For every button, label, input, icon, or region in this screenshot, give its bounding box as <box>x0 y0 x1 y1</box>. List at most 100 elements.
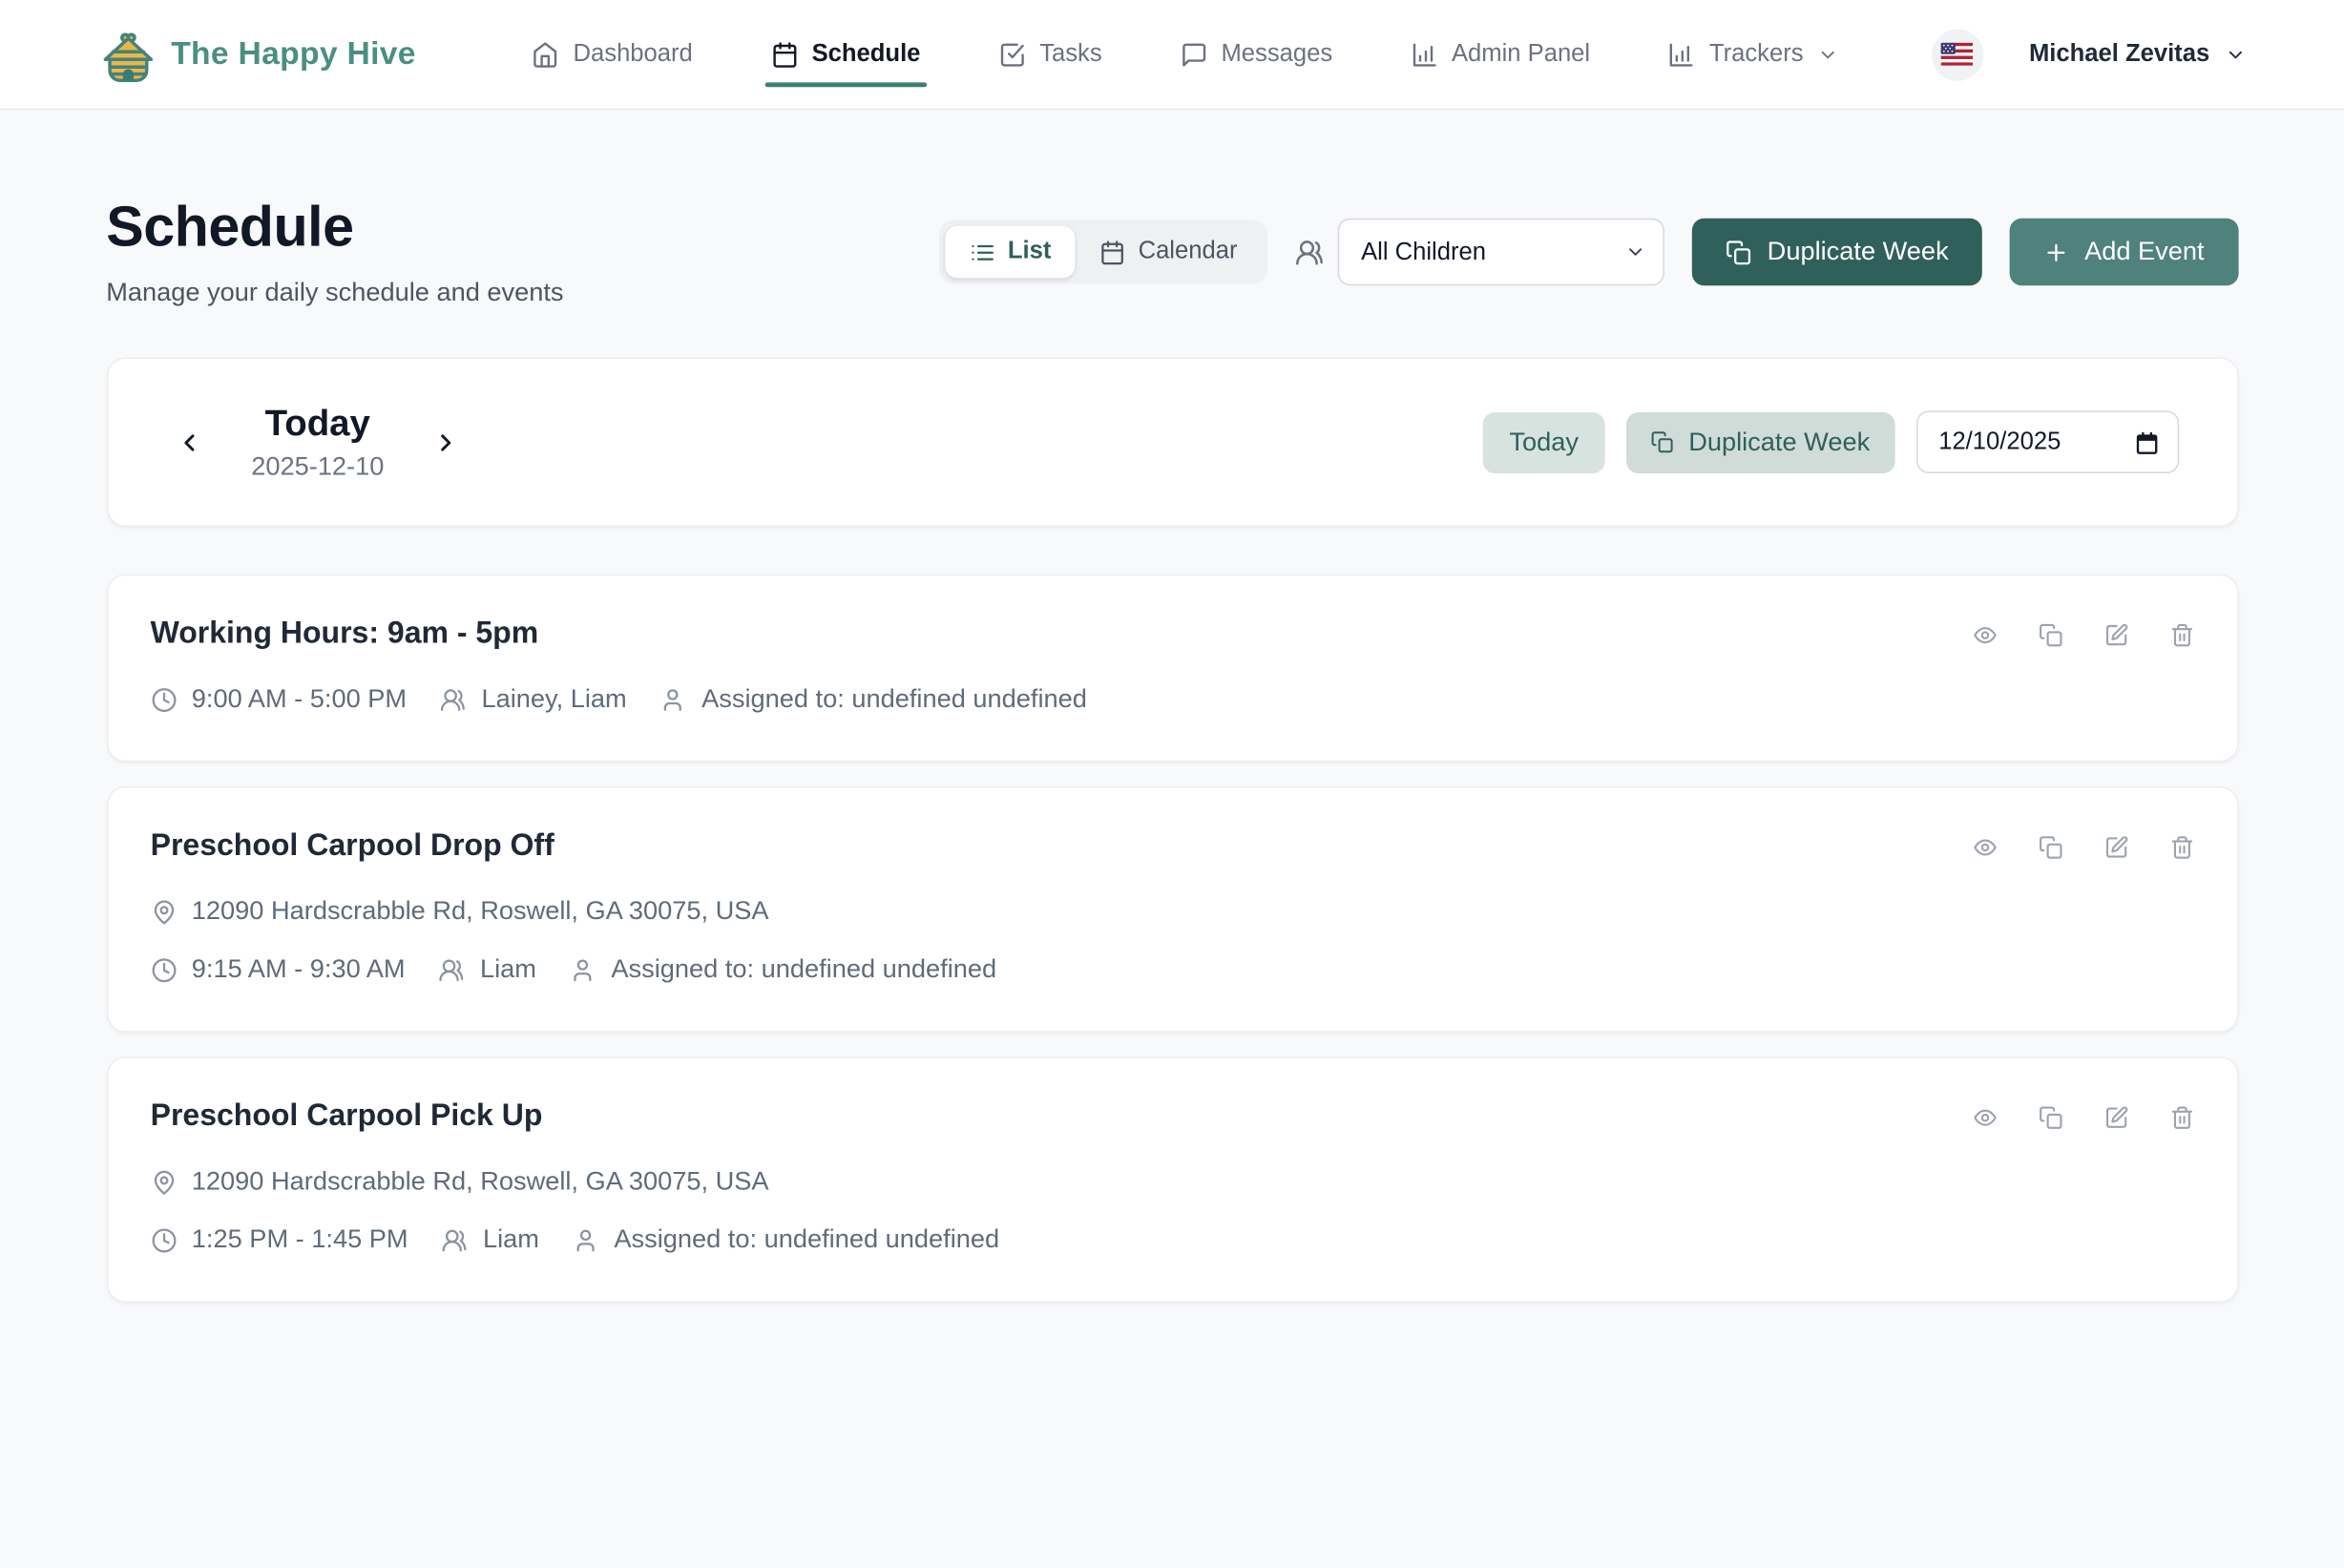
users-icon <box>439 956 465 982</box>
event-assigned: Assigned to: undefined undefined <box>573 1224 999 1255</box>
calendar-picker-icon[interactable] <box>2134 429 2159 454</box>
edit-event-button[interactable] <box>2103 622 2128 647</box>
current-date-block: Today 2025-12-10 <box>251 403 384 482</box>
nav-label: Dashboard <box>574 40 693 68</box>
user-icon <box>573 1227 598 1253</box>
duplicate-event-button[interactable] <box>2038 1105 2062 1130</box>
view-toggle: List Calendar <box>939 220 1268 283</box>
chevron-right-icon <box>433 429 461 456</box>
event-card: Preschool Carpool Drop Off 12090 Hardscr… <box>106 786 2238 1033</box>
view-event-button[interactable] <box>1972 1105 1997 1130</box>
nav-item-admin-panel[interactable]: Admin Panel <box>1408 31 1594 77</box>
delete-event-button[interactable] <box>2169 834 2194 859</box>
brand-name: The Happy Hive <box>171 36 416 73</box>
event-assigned: Assigned to: undefined undefined <box>570 954 996 985</box>
clock-icon <box>151 686 177 712</box>
event-title: Working Hours: 9am - 5pm <box>151 617 539 652</box>
header-right: Michael Zevitas <box>1932 29 2247 80</box>
date-navigation-card: Today 2025-12-10 Today Duplicate Week 12… <box>106 357 2238 527</box>
date-input[interactable]: 12/10/2025 <box>1915 410 2178 473</box>
child-filter-group: All Children <box>1295 219 1664 285</box>
users-icon <box>442 1227 468 1253</box>
delete-event-button[interactable] <box>2169 1105 2194 1130</box>
bar-chart-icon <box>1411 40 1438 68</box>
delete-event-button[interactable] <box>2169 622 2194 647</box>
nav-item-schedule[interactable]: Schedule <box>767 31 923 77</box>
copy-icon <box>2038 1105 2062 1130</box>
event-children-text: Liam <box>480 954 536 985</box>
calendar-view-button[interactable]: Calendar <box>1076 226 1262 278</box>
map-pin-icon <box>151 899 177 925</box>
nav-label: Admin Panel <box>1452 40 1590 68</box>
edit-event-button[interactable] <box>2103 834 2128 859</box>
chevron-left-icon <box>175 429 202 456</box>
page-title: Schedule <box>106 196 563 260</box>
calendar-icon <box>1100 239 1126 264</box>
copy-icon <box>1650 430 1673 453</box>
language-flag-button[interactable] <box>1932 29 1983 80</box>
event-time-text: 9:00 AM - 5:00 PM <box>192 684 407 715</box>
event-time: 9:00 AM - 5:00 PM <box>151 684 407 715</box>
child-filter-select-wrap: All Children <box>1338 219 1664 285</box>
event-children: Liam <box>439 954 536 985</box>
page-title-block: Schedule Manage your daily schedule and … <box>106 196 563 308</box>
event-details-row: 1:25 PM - 1:45 PM Liam Assigned to: unde… <box>151 1224 2194 1255</box>
nav-item-tasks[interactable]: Tasks <box>995 31 1105 77</box>
event-time: 1:25 PM - 1:45 PM <box>151 1224 408 1255</box>
event-time: 9:15 AM - 9:30 AM <box>151 954 406 985</box>
user-menu[interactable]: Michael Zevitas <box>2029 40 2247 68</box>
event-time-text: 1:25 PM - 1:45 PM <box>192 1224 408 1255</box>
event-location-row: 12090 Hardscrabble Rd, Roswell, GA 30075… <box>151 896 2194 927</box>
today-button[interactable]: Today <box>1483 411 1604 472</box>
beehive-icon <box>97 24 158 85</box>
nav-item-trackers[interactable]: Trackers <box>1665 31 1842 77</box>
copy-icon <box>2038 834 2062 859</box>
view-event-button[interactable] <box>1972 622 1997 647</box>
date-navigator: Today 2025-12-10 <box>166 403 470 482</box>
event-card: Preschool Carpool Pick Up 12090 Hardscra… <box>106 1056 2238 1303</box>
event-location: 12090 Hardscrabble Rd, Roswell, GA 30075… <box>151 896 769 927</box>
edit-icon <box>2103 834 2128 859</box>
brand-logo[interactable]: The Happy Hive <box>97 24 415 85</box>
duplicate-event-button[interactable] <box>2038 622 2062 647</box>
duplicate-week-button[interactable]: Duplicate Week <box>1692 219 1982 285</box>
date-actions: Today Duplicate Week 12/10/2025 <box>1483 410 2178 473</box>
list-view-label: List <box>1008 239 1052 266</box>
event-children: Liam <box>442 1224 539 1255</box>
page-subtitle: Manage your daily schedule and events <box>106 278 563 308</box>
trash-icon <box>2169 834 2194 859</box>
view-event-button[interactable] <box>1972 834 1997 859</box>
child-filter-select[interactable]: All Children <box>1338 219 1664 285</box>
home-icon <box>532 40 559 68</box>
next-day-button[interactable] <box>424 419 470 465</box>
nav-label: Messages <box>1221 40 1332 68</box>
nav-item-dashboard[interactable]: Dashboard <box>529 31 696 77</box>
copy-icon <box>2038 622 2062 647</box>
event-time-text: 9:15 AM - 9:30 AM <box>192 954 406 985</box>
schedule-controls: List Calendar All Children <box>939 219 2238 285</box>
duplicate-week-secondary-button[interactable]: Duplicate Week <box>1626 411 1894 472</box>
user-icon <box>570 956 596 982</box>
calendar-view-label: Calendar <box>1139 239 1238 266</box>
today-button-label: Today <box>1509 427 1579 457</box>
event-children: Lainey, Liam <box>440 684 626 715</box>
trash-icon <box>2169 622 2194 647</box>
add-event-button[interactable]: Add Event <box>2010 219 2238 285</box>
event-location: 12090 Hardscrabble Rd, Roswell, GA 30075… <box>151 1166 769 1197</box>
date-heading: Today <box>251 403 384 446</box>
clock-icon <box>151 1227 177 1253</box>
page: The Happy Hive Dashboard Schedule Tasks … <box>0 0 2344 1568</box>
list-view-button[interactable]: List <box>945 226 1076 278</box>
event-children-text: Lainey, Liam <box>481 684 626 715</box>
event-assigned-text: Assigned to: undefined undefined <box>611 954 996 985</box>
edit-icon <box>2103 622 2128 647</box>
duplicate-event-button[interactable] <box>2038 834 2062 859</box>
calendar-icon <box>770 40 798 68</box>
event-title: Preschool Carpool Drop Off <box>151 829 555 865</box>
edit-event-button[interactable] <box>2103 1105 2128 1130</box>
previous-day-button[interactable] <box>166 419 212 465</box>
nav-item-messages[interactable]: Messages <box>1177 31 1335 77</box>
edit-icon <box>2103 1105 2128 1130</box>
event-assigned-text: Assigned to: undefined undefined <box>614 1224 999 1255</box>
check-square-icon <box>998 40 1026 68</box>
